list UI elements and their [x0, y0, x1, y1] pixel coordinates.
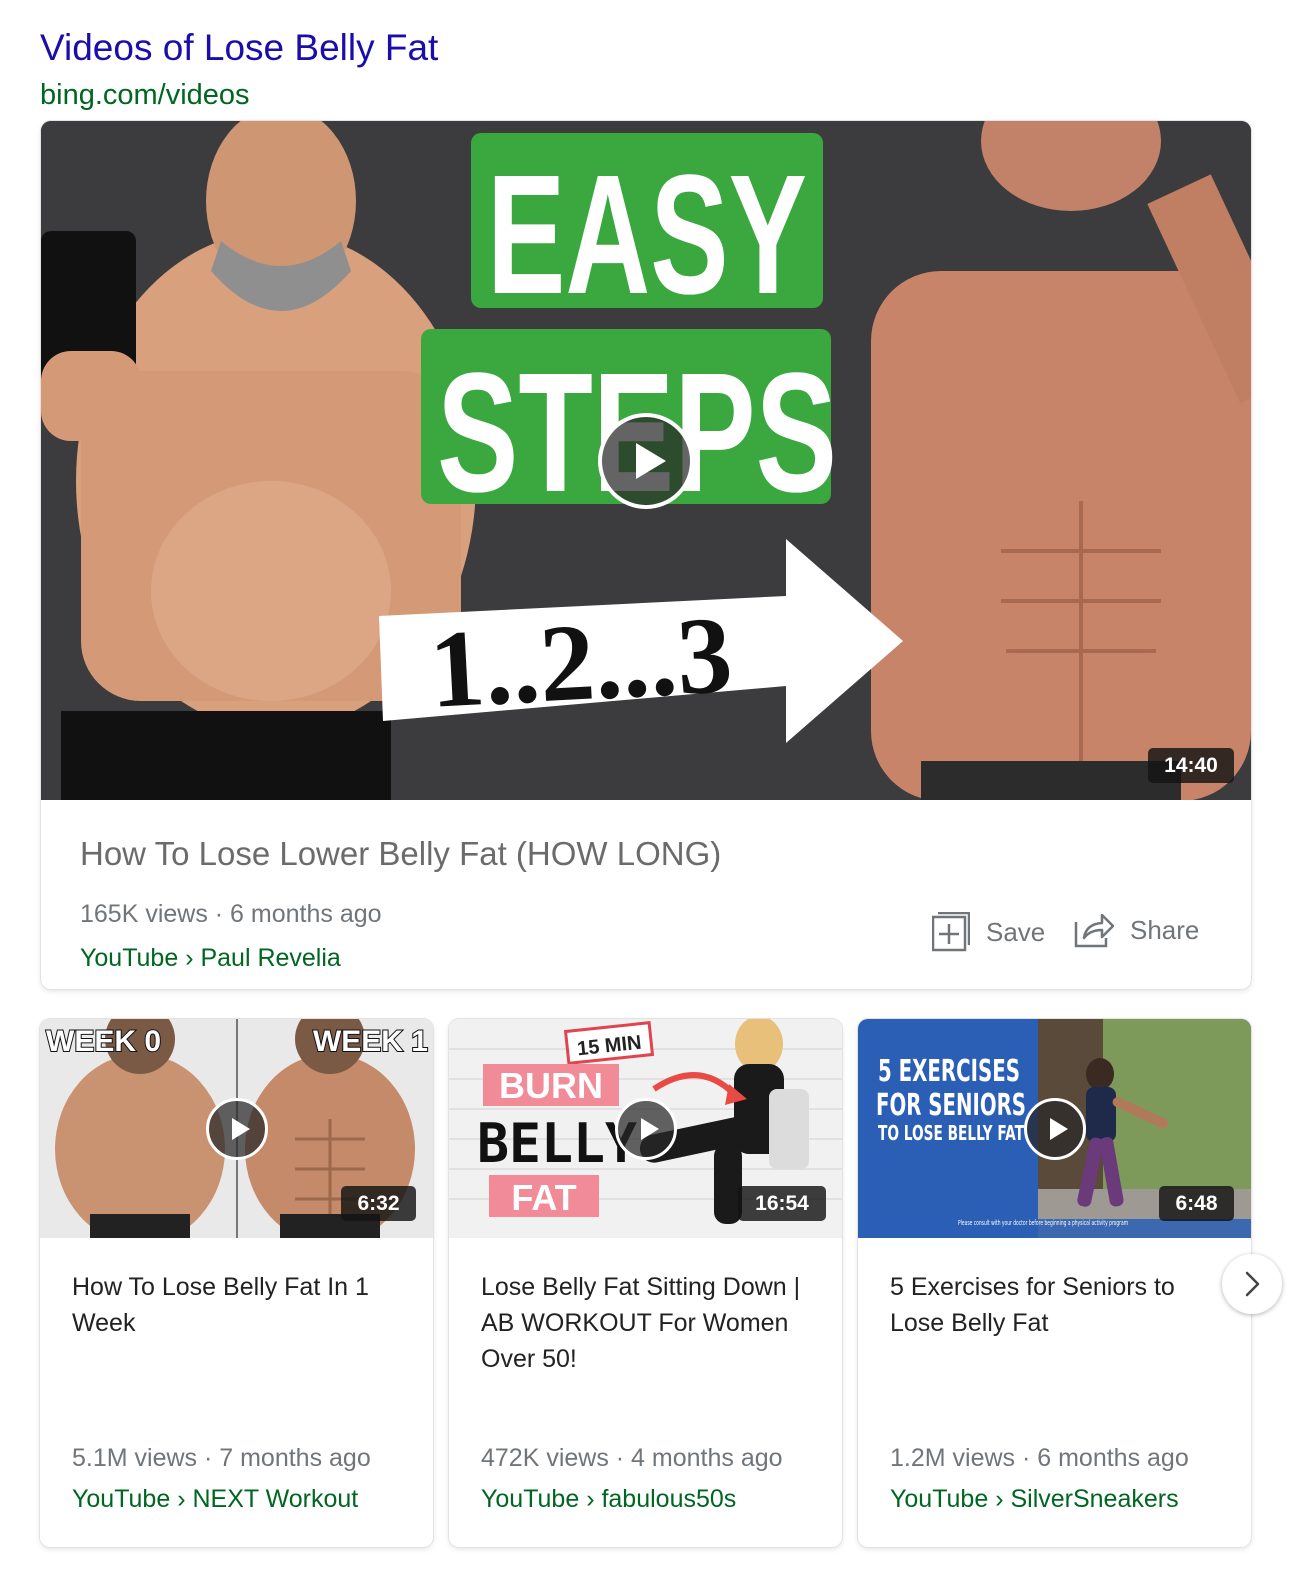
card-source[interactable]: YouTube › SilverSneakers — [890, 1483, 1179, 1515]
card-duration-badge: 6:32 — [341, 1186, 416, 1221]
thumb-week1-text: WEEK 1 — [313, 1025, 428, 1058]
featured-play-button[interactable] — [598, 413, 694, 509]
featured-video-title[interactable]: How To Lose Lower Belly Fat (HOW LONG) — [80, 834, 721, 874]
thumb-easy-text: EASY — [487, 140, 807, 330]
card-meta: 1.2M views · 6 months ago — [890, 1444, 1189, 1472]
save-icon — [932, 912, 970, 952]
video-card[interactable]: WEEK 0 WEEK 1 6:32 How To Lose Belly Fat… — [40, 1019, 433, 1547]
video-card[interactable]: 5 EXERCISES FOR SENIORS TO LOSE BELLY FA… — [858, 1019, 1251, 1547]
share-icon — [1074, 913, 1114, 948]
card-duration-badge: 16:54 — [738, 1186, 826, 1221]
card-play-button[interactable] — [615, 1098, 677, 1160]
card-play-button[interactable] — [1024, 1098, 1086, 1160]
card-meta: 472K views · 4 months ago — [481, 1444, 783, 1472]
video-card[interactable]: 15 MIN BURN BELLY FAT 16:54 Lose Belly F… — [449, 1019, 842, 1547]
video-thumbnail[interactable]: WEEK 0 WEEK 1 6:32 — [40, 1019, 433, 1238]
thumb-arrow-text: 1..2...3 — [427, 593, 735, 731]
video-thumbnail[interactable]: 15 MIN BURN BELLY FAT 16:54 — [449, 1019, 842, 1238]
featured-video-meta: 165K views · 6 months ago — [80, 900, 382, 928]
thumb-seniors-text: FOR SENIORS — [876, 1088, 1026, 1123]
play-icon — [641, 1118, 659, 1140]
card-play-button[interactable] — [206, 1098, 268, 1160]
featured-video-card[interactable]: EASY STEPS 1..2...3 14:40 How To Lose Lo… — [41, 121, 1251, 989]
card-duration-badge: 6:48 — [1159, 1186, 1234, 1221]
play-icon — [1050, 1118, 1068, 1140]
results-header-link[interactable]: Videos of Lose Belly Fat — [40, 24, 438, 72]
thumb-burn-text: BURN — [499, 1065, 603, 1106]
play-icon — [636, 443, 666, 479]
thumb-disclaimer-text: Please consult with your doctor before b… — [958, 1219, 1128, 1227]
card-title[interactable]: Lose Belly Fat Sitting Down | AB WORKOUT… — [481, 1269, 821, 1377]
results-header-url: bing.com/videos — [40, 79, 250, 111]
thumb-fat-text: FAT — [511, 1177, 576, 1218]
card-source[interactable]: YouTube › NEXT Workout — [72, 1483, 358, 1515]
card-meta: 5.1M views · 7 months ago — [72, 1444, 371, 1472]
save-label: Save — [986, 917, 1046, 947]
featured-duration-badge: 14:40 — [1148, 748, 1234, 783]
save-button[interactable]: Save — [932, 912, 1045, 952]
carousel-next-button[interactable] — [1222, 1254, 1282, 1314]
share-label: Share — [1130, 915, 1200, 945]
share-button[interactable]: Share — [1074, 912, 1199, 948]
thumb-belly-text: BELLY — [477, 1112, 637, 1175]
card-source[interactable]: YouTube › fabulous50s — [481, 1483, 736, 1515]
video-thumbnail[interactable]: 5 EXERCISES FOR SENIORS TO LOSE BELLY FA… — [858, 1019, 1251, 1238]
thumb-week0-text: WEEK 0 — [46, 1025, 161, 1058]
featured-thumbnail[interactable]: EASY STEPS 1..2...3 14:40 — [41, 121, 1251, 800]
card-title[interactable]: How To Lose Belly Fat In 1 Week — [72, 1269, 412, 1341]
thumb-exercises-text: 5 EXERCISES — [878, 1054, 1020, 1089]
card-title[interactable]: 5 Exercises for Seniors to Lose Belly Fa… — [890, 1269, 1230, 1341]
featured-info: How To Lose Lower Belly Fat (HOW LONG) 1… — [41, 800, 1251, 989]
chevron-right-icon — [1245, 1271, 1260, 1297]
thumb-lose-text: TO LOSE BELLY FAT — [878, 1121, 1024, 1145]
featured-video-source[interactable]: YouTube › Paul Revelia — [80, 942, 341, 974]
play-icon — [232, 1118, 250, 1140]
